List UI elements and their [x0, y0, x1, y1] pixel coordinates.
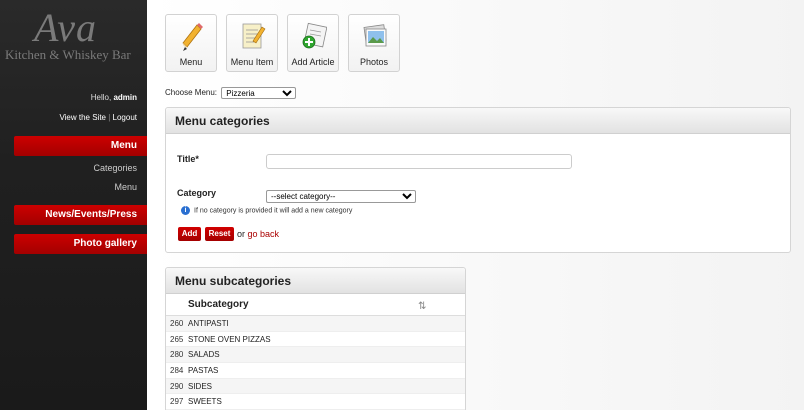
row-name: SIDES	[188, 381, 213, 391]
row-name: PASTAS	[188, 366, 219, 376]
user-greeting: Hello, admin	[91, 93, 137, 102]
go-back-link[interactable]: go back	[248, 229, 280, 239]
reset-button[interactable]: Reset	[205, 227, 234, 241]
view-site-link[interactable]: View the Site	[59, 113, 106, 122]
menu-tile-button[interactable]: Menu	[165, 14, 217, 72]
subcategory-list: 260 ANTIPASTI 265 STONE OVEN PIZZAS 280 SALAD…	[166, 316, 465, 410]
category-info: i If no category is provided it will add …	[181, 206, 352, 215]
tile-label: Photos	[359, 57, 389, 67]
or-text: or	[237, 229, 246, 239]
row-name: SALADS	[188, 350, 220, 360]
sidebar-item-label: Menu	[110, 140, 137, 151]
row-name: SWEETS	[188, 397, 222, 407]
choose-menu: Choose Menu: Pizzeria	[165, 87, 297, 99]
brand-tagline: Kitchen & Whiskey Bar	[5, 47, 131, 62]
choose-menu-select[interactable]: Pizzeria	[221, 87, 297, 99]
info-icon: i	[181, 206, 190, 215]
go-back-group: or go back	[237, 229, 279, 239]
menu-categories-panel: Menu categories Title* Category --select…	[165, 107, 791, 253]
notepad-icon	[242, 23, 266, 49]
sidebar-item-label: Photo gallery	[73, 238, 137, 249]
menu-subcategories-panel: Menu subcategories Subcategory ⇅ 260 ANTI…	[165, 267, 466, 410]
sort-icon[interactable]: ⇅	[418, 301, 426, 312]
row-id: 265	[170, 334, 184, 344]
table-row[interactable]: 290 SIDES	[166, 378, 465, 395]
sidebar-subitem-categories[interactable]: Categories	[93, 163, 137, 173]
user-links: View the Site | Logout	[59, 113, 137, 122]
tile-label: Menu Item	[230, 57, 274, 67]
sidebar-item-menu[interactable]: Menu	[14, 136, 147, 156]
row-id: 280	[170, 350, 184, 360]
sidebar-subitem-menu[interactable]: Menu	[114, 182, 137, 192]
row-name: ANTIPASTI	[188, 319, 229, 328]
logo: Ava Kitchen & Whiskey Bar	[0, 6, 147, 63]
category-label: Category	[177, 188, 217, 198]
column-header-subcategory[interactable]: Subcategory	[188, 299, 249, 310]
add-article-tile-button[interactable]: Add Article	[287, 14, 339, 72]
sidebar-item-news-events-press[interactable]: News/Events/Press	[14, 205, 147, 225]
sidebar-item-photo-gallery[interactable]: Photo gallery	[14, 234, 147, 254]
separator: |	[108, 113, 111, 122]
title-label: Title*	[177, 154, 199, 164]
row-id: 297	[170, 397, 184, 407]
username: admin	[113, 93, 137, 102]
sidebar-item-label: News/Events/Press	[45, 209, 137, 220]
table-row[interactable]: 265 STONE OVEN PIZZAS	[166, 332, 465, 348]
info-text: If no category is provided it will add a…	[194, 207, 353, 215]
sidebar: Ava Kitchen & Whiskey Bar Hello, admin V…	[0, 0, 147, 410]
choose-menu-label: Choose Menu:	[165, 88, 218, 98]
table-row[interactable]: 280 SALADS	[166, 347, 465, 364]
panel-title: Menu categories	[166, 108, 790, 134]
tile-label: Menu	[179, 57, 203, 67]
photos-icon	[363, 24, 387, 47]
tile-label: Add Article	[291, 57, 335, 67]
logout-link[interactable]: Logout	[113, 113, 137, 122]
table-row[interactable]: 297 SWEETS	[166, 394, 465, 410]
pencil-icon	[182, 23, 203, 51]
main-content: Menu Menu Item Add Article Photos Choose…	[147, 0, 804, 410]
add-button[interactable]: Add	[178, 227, 201, 241]
table-row[interactable]: 284 PASTAS	[166, 363, 465, 379]
table-header: Subcategory ⇅	[166, 294, 465, 316]
brand-name: Ava	[34, 5, 97, 50]
menu-item-tile-button[interactable]: Menu Item	[226, 14, 278, 72]
panel-title: Menu subcategories	[166, 268, 465, 294]
add-article-icon	[302, 22, 327, 49]
row-id: 260	[170, 319, 184, 328]
row-id: 284	[170, 366, 184, 376]
row-name: STONE OVEN PIZZAS	[188, 334, 271, 344]
table-row[interactable]: 260 ANTIPASTI	[166, 316, 465, 332]
category-select[interactable]: --select category--	[266, 190, 416, 203]
photos-tile-button[interactable]: Photos	[348, 14, 400, 72]
title-input[interactable]	[266, 154, 572, 169]
row-id: 290	[170, 381, 184, 391]
greeting-text: Hello,	[90, 93, 112, 102]
